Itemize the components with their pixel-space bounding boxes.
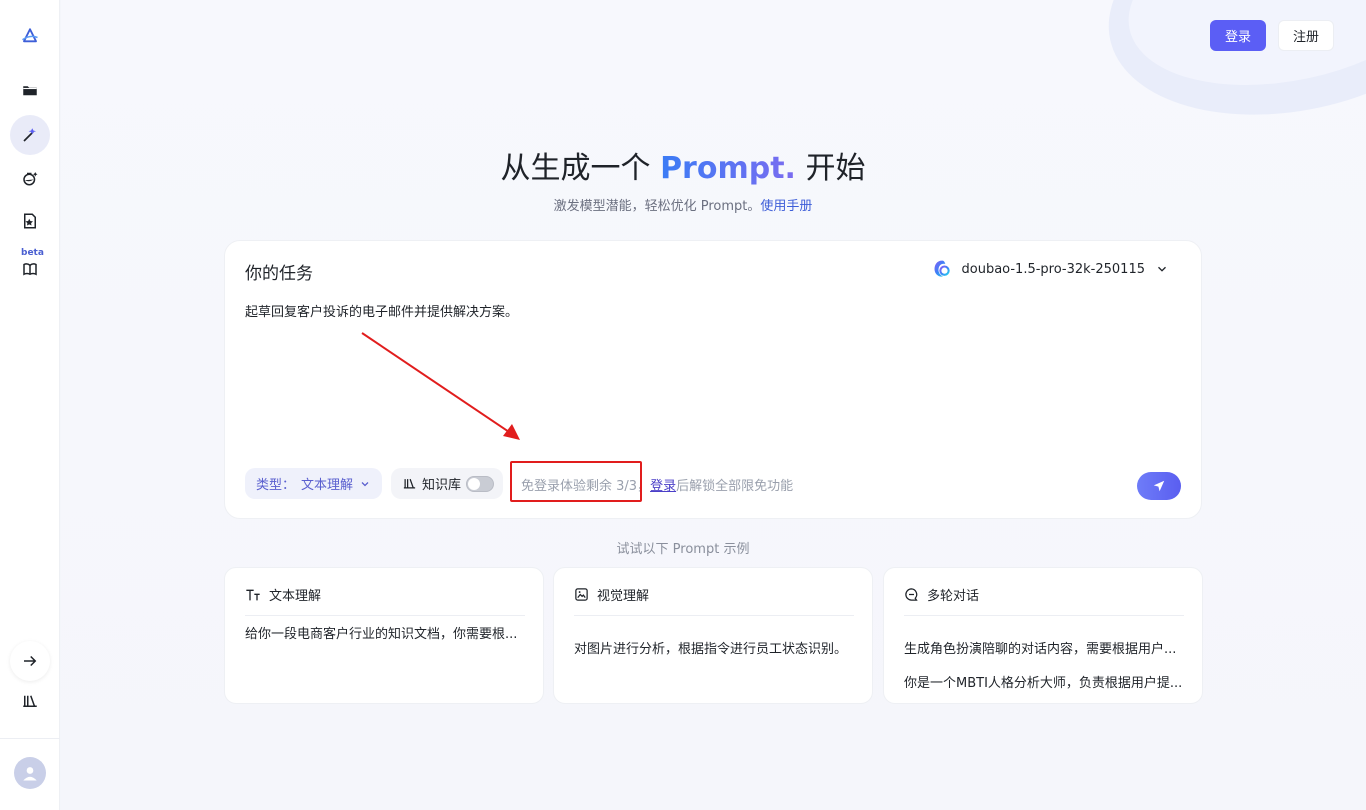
logo-icon[interactable] bbox=[10, 16, 50, 56]
task-card: 你的任务 doubao-1.5-pro-32k-250115 起草回复客户投诉的… bbox=[224, 240, 1202, 519]
example-card-title: 文本理解 bbox=[269, 589, 322, 604]
chevron-down-icon bbox=[1158, 266, 1166, 272]
example-card-header: 文本理解 bbox=[245, 584, 525, 616]
task-title: 你的任务 bbox=[245, 264, 313, 284]
image-icon bbox=[575, 588, 588, 601]
trial-login-link[interactable]: 登录 bbox=[650, 479, 676, 494]
book-icon[interactable] bbox=[10, 249, 50, 289]
arrow-right-icon[interactable] bbox=[10, 641, 50, 681]
user-avatar-icon[interactable] bbox=[14, 757, 46, 789]
example-card-line: 你是一个MBTI人格分析大师，负责根据用户提... bbox=[904, 676, 1183, 691]
task-input[interactable]: 起草回复客户投诉的电子邮件并提供解决方案。 bbox=[245, 301, 518, 320]
example-card-line: 对图片进行分析，根据指令进行员工状态识别。 bbox=[574, 642, 848, 657]
manual-link[interactable]: 使用手册 bbox=[760, 199, 812, 214]
example-card-header: 多轮对话 bbox=[904, 584, 1184, 616]
chat-icon bbox=[905, 588, 918, 601]
page-title: 从生成一个 Prompt. 开始 bbox=[500, 151, 866, 186]
knowledge-base-toggle[interactable]: 知识库 bbox=[391, 468, 503, 499]
examples-label: 试试以下 Prompt 示例 bbox=[616, 542, 750, 557]
sidebar: beta bbox=[0, 0, 60, 810]
type-value: 文本理解 bbox=[301, 478, 354, 493]
chevron-down-icon bbox=[361, 481, 369, 486]
sidebar-divider bbox=[0, 738, 60, 739]
page-subtitle: 激发模型潜能，轻松优化 Prompt。使用手册 bbox=[553, 199, 813, 214]
send-button[interactable] bbox=[1137, 472, 1181, 500]
example-card-title: 多轮对话 bbox=[927, 589, 980, 604]
example-card-title: 视觉理解 bbox=[597, 589, 650, 604]
example-card-text[interactable]: 文本理解 给你一段电商客户行业的知识文档，你需要根... bbox=[224, 567, 544, 704]
text-icon bbox=[246, 589, 260, 600]
kb-label: 知识库 bbox=[422, 478, 462, 493]
example-card-line: 给你一段电商客户行业的知识文档，你需要根... bbox=[245, 627, 518, 642]
kb-switch[interactable] bbox=[466, 475, 495, 492]
model-logo-icon bbox=[934, 260, 950, 277]
type-label: 类型： bbox=[256, 478, 296, 493]
folder-icon[interactable] bbox=[10, 70, 50, 110]
library-icon bbox=[403, 478, 416, 489]
library-icon[interactable] bbox=[10, 681, 50, 721]
type-selector[interactable]: 类型： 文本理解 bbox=[245, 468, 382, 499]
login-button[interactable]: 登录 bbox=[1210, 20, 1266, 51]
example-card-chat[interactable]: 多轮对话 生成角色扮演陪聊的对话内容，需要根据用户... 你是一个MBTI人格分… bbox=[883, 567, 1203, 704]
example-card-line: 生成角色扮演陪聊的对话内容，需要根据用户... bbox=[904, 642, 1177, 657]
example-card-vision[interactable]: 视觉理解 对图片进行分析，根据指令进行员工状态识别。 bbox=[553, 567, 873, 704]
register-button[interactable]: 注册 bbox=[1278, 20, 1334, 51]
highlight-box bbox=[510, 461, 642, 502]
example-card-header: 视觉理解 bbox=[574, 584, 854, 616]
send-icon bbox=[1153, 480, 1165, 492]
model-name: doubao-1.5-pro-32k-250115 bbox=[961, 261, 1146, 277]
model-selector[interactable]: doubao-1.5-pro-32k-250115 bbox=[932, 259, 1170, 279]
